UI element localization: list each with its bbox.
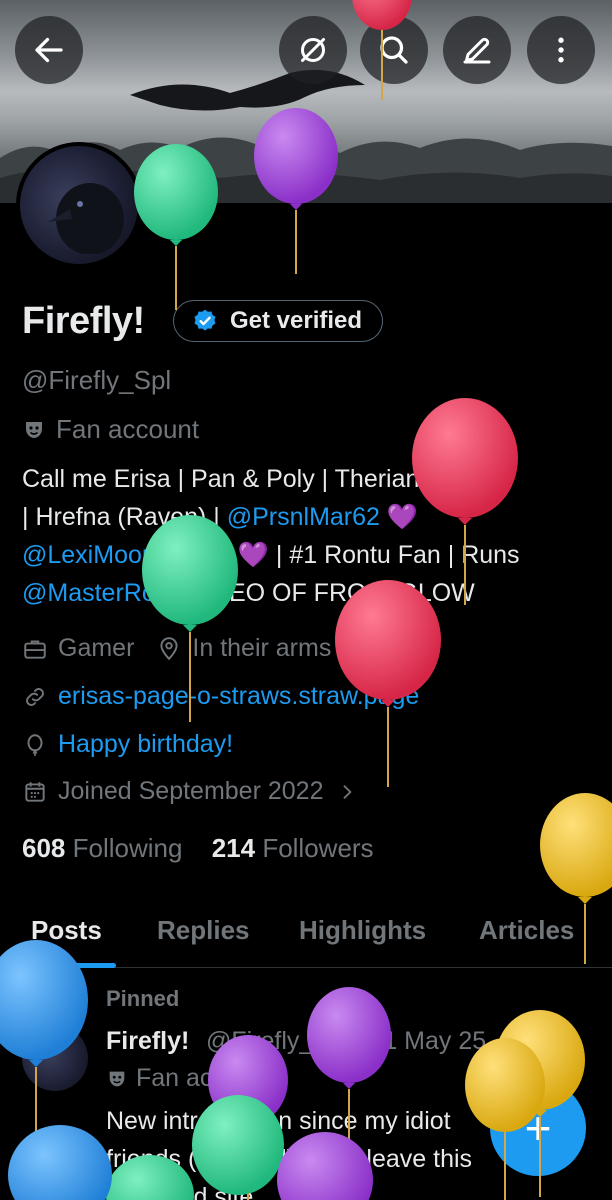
mention-link[interactable]: @LexiMoonQueen: [22, 541, 231, 569]
compose-button[interactable]: +: [490, 1080, 586, 1176]
verified-badge-icon: [194, 309, 216, 331]
hide-button[interactable]: [279, 16, 347, 84]
heart-emoji: 💜: [386, 503, 419, 531]
active-tab-indicator: [22, 963, 116, 968]
raven-avatar-illustration: [48, 183, 124, 254]
get-verified-label: Get verified: [230, 307, 363, 334]
calendar-icon: [25, 781, 45, 802]
profile-tabs: Posts Replies Highlights Articles: [0, 905, 612, 968]
location-label: In their arms: [192, 634, 332, 662]
theater-mask-icon: [26, 421, 42, 438]
edit-button[interactable]: [443, 16, 511, 84]
back-button[interactable]: [15, 16, 83, 84]
bio-text: | CEO OF FROSTGLOW: [190, 579, 475, 607]
following-link[interactable]: 608 Following: [22, 833, 182, 863]
website-row[interactable]: erisas-page-o-straws.straw.page: [22, 682, 419, 711]
bio-text: | #1 Rontu Fan | Runs: [268, 541, 520, 569]
post-category: Fan account: [106, 1064, 274, 1093]
following-label: Following: [72, 833, 183, 863]
arrow-left-icon: [35, 37, 63, 63]
compose-plus-icon: +: [524, 1102, 552, 1154]
tab-replies[interactable]: Replies: [157, 915, 250, 946]
pinned-label: Pinned: [106, 986, 180, 1011]
followers-count: 214: [211, 833, 256, 863]
post-author-handle: @Firefly_...: [206, 1027, 335, 1055]
mention-link[interactable]: @MasterRontu: [22, 579, 191, 607]
followers-label: Followers: [262, 833, 374, 863]
tab-highlights[interactable]: Highlights: [299, 915, 426, 946]
following-count: 608: [22, 833, 66, 863]
tab-articles[interactable]: Articles: [479, 915, 574, 946]
theater-mask-icon: [109, 1071, 125, 1086]
search-icon: [380, 36, 408, 64]
profile-category: Fan account: [22, 414, 199, 445]
link-icon: [26, 687, 44, 706]
bio-text: | Hrefna (Raven) |: [22, 503, 227, 531]
tab-posts[interactable]: Posts: [31, 915, 102, 946]
followers-link[interactable]: 214 Followers: [212, 833, 374, 863]
briefcase-icon: [24, 639, 46, 659]
chevron-right-icon: [344, 784, 353, 799]
profile-meta-row: Gamer In their arms: [22, 634, 331, 663]
website-link[interactable]: erisas-page-o-straws.straw.page: [58, 682, 419, 711]
bio-line-4: @MasterRontu | CEO OF FROSTGLOW: [22, 574, 592, 612]
profile-avatar[interactable]: [16, 142, 142, 268]
location-icon: [160, 636, 178, 660]
get-verified-button[interactable]: Get verified: [173, 300, 384, 342]
search-button[interactable]: [360, 16, 428, 84]
mention-link[interactable]: @PrsnlMar62: [227, 503, 380, 531]
bio-line-1: Call me Erisa | Pan & Poly | Therian: [22, 465, 420, 493]
profession-label: Gamer: [58, 634, 135, 662]
more-vertical-icon: [558, 37, 564, 63]
birthday-label: Happy birthday!: [58, 730, 234, 758]
profile-handle: @Firefly_Spl: [22, 365, 172, 395]
follow-counts: 608 Following 214 Followers: [22, 833, 374, 864]
post-avatar[interactable]: [22, 1025, 88, 1091]
heart-emoji: 💜: [237, 541, 269, 569]
birthday-row: Happy birthday!: [22, 730, 233, 759]
more-button[interactable]: [527, 16, 595, 84]
post-category-label: Fan account: [136, 1064, 274, 1092]
profile-name: Firefly!: [22, 300, 145, 342]
bio-line-3: @LexiMoonQueen 💜 | #1 Rontu Fan | Runs: [22, 536, 592, 574]
hide-icon: [301, 38, 325, 62]
joined-row[interactable]: Joined September 2022: [22, 777, 367, 806]
profile-bio: Call me Erisa | Pan & Poly | Therian | H…: [22, 460, 592, 612]
profile-category-label: Fan account: [56, 414, 200, 444]
balloon-icon: [27, 733, 43, 756]
joined-label: Joined September 2022: [58, 777, 324, 805]
edit-icon: [463, 37, 491, 64]
balloon: [8, 1125, 112, 1200]
post-author-name[interactable]: Firefly!: [106, 1027, 189, 1056]
bio-line-2: | Hrefna (Raven) | @PrsnlMar62 💜: [22, 498, 592, 536]
post-text: New introduction since my idiot friends …: [106, 1107, 473, 1200]
post-date: · 11 May 25: [356, 1027, 487, 1055]
